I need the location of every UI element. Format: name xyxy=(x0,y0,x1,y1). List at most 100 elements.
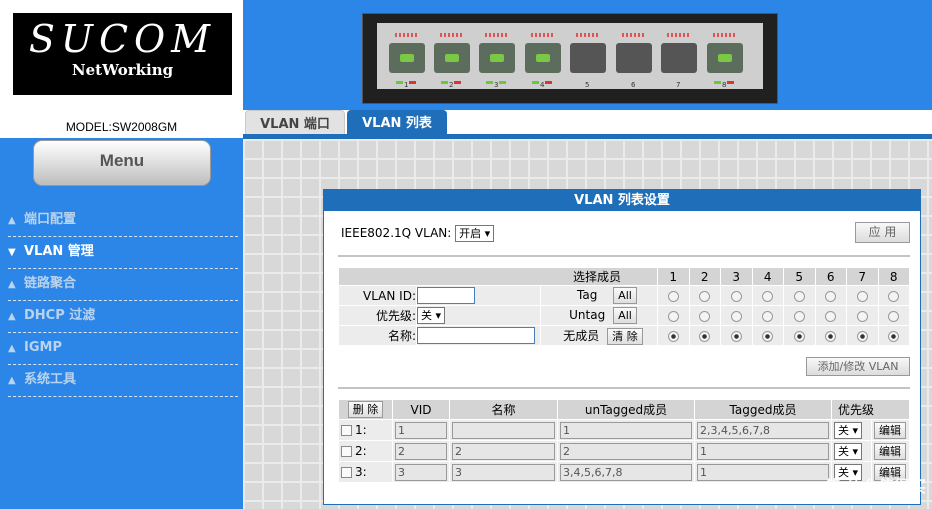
sidebar-item-link-aggregation[interactable]: ▲ 链路聚合 xyxy=(8,269,238,301)
untag-port-1-radio[interactable] xyxy=(667,310,679,322)
none-port-3-radio[interactable] xyxy=(730,330,742,342)
divider xyxy=(338,255,910,257)
priority-value: 关 xyxy=(421,309,432,322)
row-index: 3: xyxy=(355,465,367,479)
edit-button[interactable]: 编辑 xyxy=(874,421,906,439)
none-port-7-radio[interactable] xyxy=(856,330,868,342)
col-header-priority: 优先级 xyxy=(831,399,910,420)
members-header: 选择成员 xyxy=(338,267,658,286)
watermark: 值 什么值得买 xyxy=(824,477,926,496)
name-field[interactable]: 3 xyxy=(452,463,555,481)
tagged-field[interactable]: 1 xyxy=(697,463,829,481)
port-3-jack xyxy=(479,33,515,73)
col-header-untagged: unTagged成员 xyxy=(557,399,695,420)
row-checkbox[interactable] xyxy=(341,446,352,457)
port-1-jack xyxy=(389,33,425,73)
none-port-2-radio[interactable] xyxy=(699,330,711,342)
port-col-7: 7 xyxy=(846,267,879,286)
name-field[interactable]: 2 xyxy=(452,442,555,460)
sidebar-item-dhcp[interactable]: ▲ DHCP 过滤 xyxy=(8,301,238,333)
untag-port-4-radio[interactable] xyxy=(762,310,774,322)
none-port-5-radio[interactable] xyxy=(793,330,805,342)
untag-all-button[interactable]: All xyxy=(613,307,637,324)
untag-port-8-radio[interactable] xyxy=(888,310,900,322)
row-checkbox[interactable] xyxy=(341,467,352,478)
sidebar: Menu ▲ 端口配置 ▼ VLAN 管理 ▲ 链路聚合 ▲ DHCP 过滤 ▲ IGMP… xyxy=(0,138,243,509)
table-row: 1: 1 1 2,3,4,5,6,7,8 关 ▾ 编辑 xyxy=(338,419,910,441)
sidebar-item-port-config[interactable]: ▲ 端口配置 xyxy=(8,205,238,237)
logo-main-text: SUCOM xyxy=(28,17,217,61)
vlan-id-input[interactable] xyxy=(417,287,475,304)
none-port-8-radio[interactable] xyxy=(888,330,900,342)
port-col-6: 6 xyxy=(814,267,847,286)
add-modify-vlan-button[interactable]: 添加/修改 VLAN xyxy=(806,357,910,376)
sidebar-item-label: VLAN 管理 xyxy=(24,244,94,259)
col-header-tagged: Tagged成员 xyxy=(694,399,832,420)
vid-field[interactable]: 1 xyxy=(395,421,447,439)
led xyxy=(396,81,403,84)
tab-vlan-list[interactable]: VLAN 列表 xyxy=(347,110,447,137)
row-priority-value: 关 xyxy=(838,444,849,458)
priority-select[interactable]: 关 ▾ xyxy=(417,307,446,324)
untagged-field[interactable]: 3,4,5,6,7,8 xyxy=(560,463,692,481)
up-arrow-icon: ▲ xyxy=(8,375,16,386)
logo-area: SUCOM NetWorking MODEL:SW2008GM xyxy=(0,0,243,138)
untag-port-3-radio[interactable] xyxy=(730,310,742,322)
delete-button[interactable]: 删 除 xyxy=(347,401,384,418)
up-arrow-icon: ▲ xyxy=(8,215,16,226)
vid-field[interactable]: 3 xyxy=(395,463,447,481)
led xyxy=(441,81,448,84)
untag-port-6-radio[interactable] xyxy=(825,310,837,322)
port-6-jack xyxy=(616,33,652,73)
untag-port-7-radio[interactable] xyxy=(856,310,868,322)
menu-button[interactable]: Menu xyxy=(33,140,211,186)
sidebar-item-system-tools[interactable]: ▲ 系统工具 xyxy=(8,365,238,397)
tag-port-2-radio[interactable] xyxy=(699,290,711,302)
port-number-label: 4 xyxy=(540,81,545,89)
untagged-field[interactable]: 2 xyxy=(560,442,692,460)
up-arrow-icon: ▲ xyxy=(8,279,16,290)
led xyxy=(714,81,721,84)
tag-port-5-radio[interactable] xyxy=(793,290,805,302)
tag-port-3-radio[interactable] xyxy=(730,290,742,302)
tagged-field[interactable]: 1 xyxy=(697,442,829,460)
untag-port-5-radio[interactable] xyxy=(793,310,805,322)
led xyxy=(486,81,493,84)
port-number-label: 7 xyxy=(676,81,681,89)
tab-vlan-port[interactable]: VLAN 端口 xyxy=(245,110,345,137)
port-number-label: 5 xyxy=(585,81,590,89)
sidebar-item-label: 系统工具 xyxy=(24,372,77,387)
edit-button[interactable]: 编辑 xyxy=(874,442,906,460)
none-port-4-radio[interactable] xyxy=(762,330,774,342)
led xyxy=(532,81,539,84)
untag-port-2-radio[interactable] xyxy=(699,310,711,322)
tag-port-1-radio[interactable] xyxy=(667,290,679,302)
row-priority-select[interactable]: 关 ▾ xyxy=(834,442,863,460)
apply-button[interactable]: 应 用 xyxy=(855,222,910,243)
port-number-label: 6 xyxy=(631,81,636,89)
tagged-field[interactable]: 2,3,4,5,6,7,8 xyxy=(697,421,829,439)
model-label: MODEL:SW2008GM xyxy=(65,120,178,134)
clear-button[interactable]: 清 除 xyxy=(607,327,643,345)
none-port-1-radio[interactable] xyxy=(667,330,679,342)
tag-port-8-radio[interactable] xyxy=(888,290,900,302)
vid-field[interactable]: 2 xyxy=(395,442,447,460)
ieee-vlan-value: 开启 xyxy=(459,227,482,240)
sidebar-item-vlan[interactable]: ▼ VLAN 管理 xyxy=(8,237,238,269)
untag-label: Untag xyxy=(569,308,606,322)
none-port-6-radio[interactable] xyxy=(825,330,837,342)
row-checkbox[interactable] xyxy=(341,425,352,436)
sidebar-item-igmp[interactable]: ▲ IGMP xyxy=(8,333,238,365)
row-priority-select[interactable]: 关 ▾ xyxy=(834,421,863,439)
tag-port-7-radio[interactable] xyxy=(856,290,868,302)
tag-port-4-radio[interactable] xyxy=(762,290,774,302)
divider xyxy=(338,387,910,389)
led xyxy=(454,81,461,84)
name-field[interactable] xyxy=(452,421,555,439)
tag-port-6-radio[interactable] xyxy=(825,290,837,302)
ieee-vlan-select[interactable]: 开启 ▾ xyxy=(455,225,495,242)
table-row: 2: 2 2 2 1 关 ▾ 编辑 xyxy=(338,440,910,462)
untagged-field[interactable]: 1 xyxy=(560,421,692,439)
name-input[interactable] xyxy=(417,327,535,344)
tag-all-button[interactable]: All xyxy=(613,287,637,304)
